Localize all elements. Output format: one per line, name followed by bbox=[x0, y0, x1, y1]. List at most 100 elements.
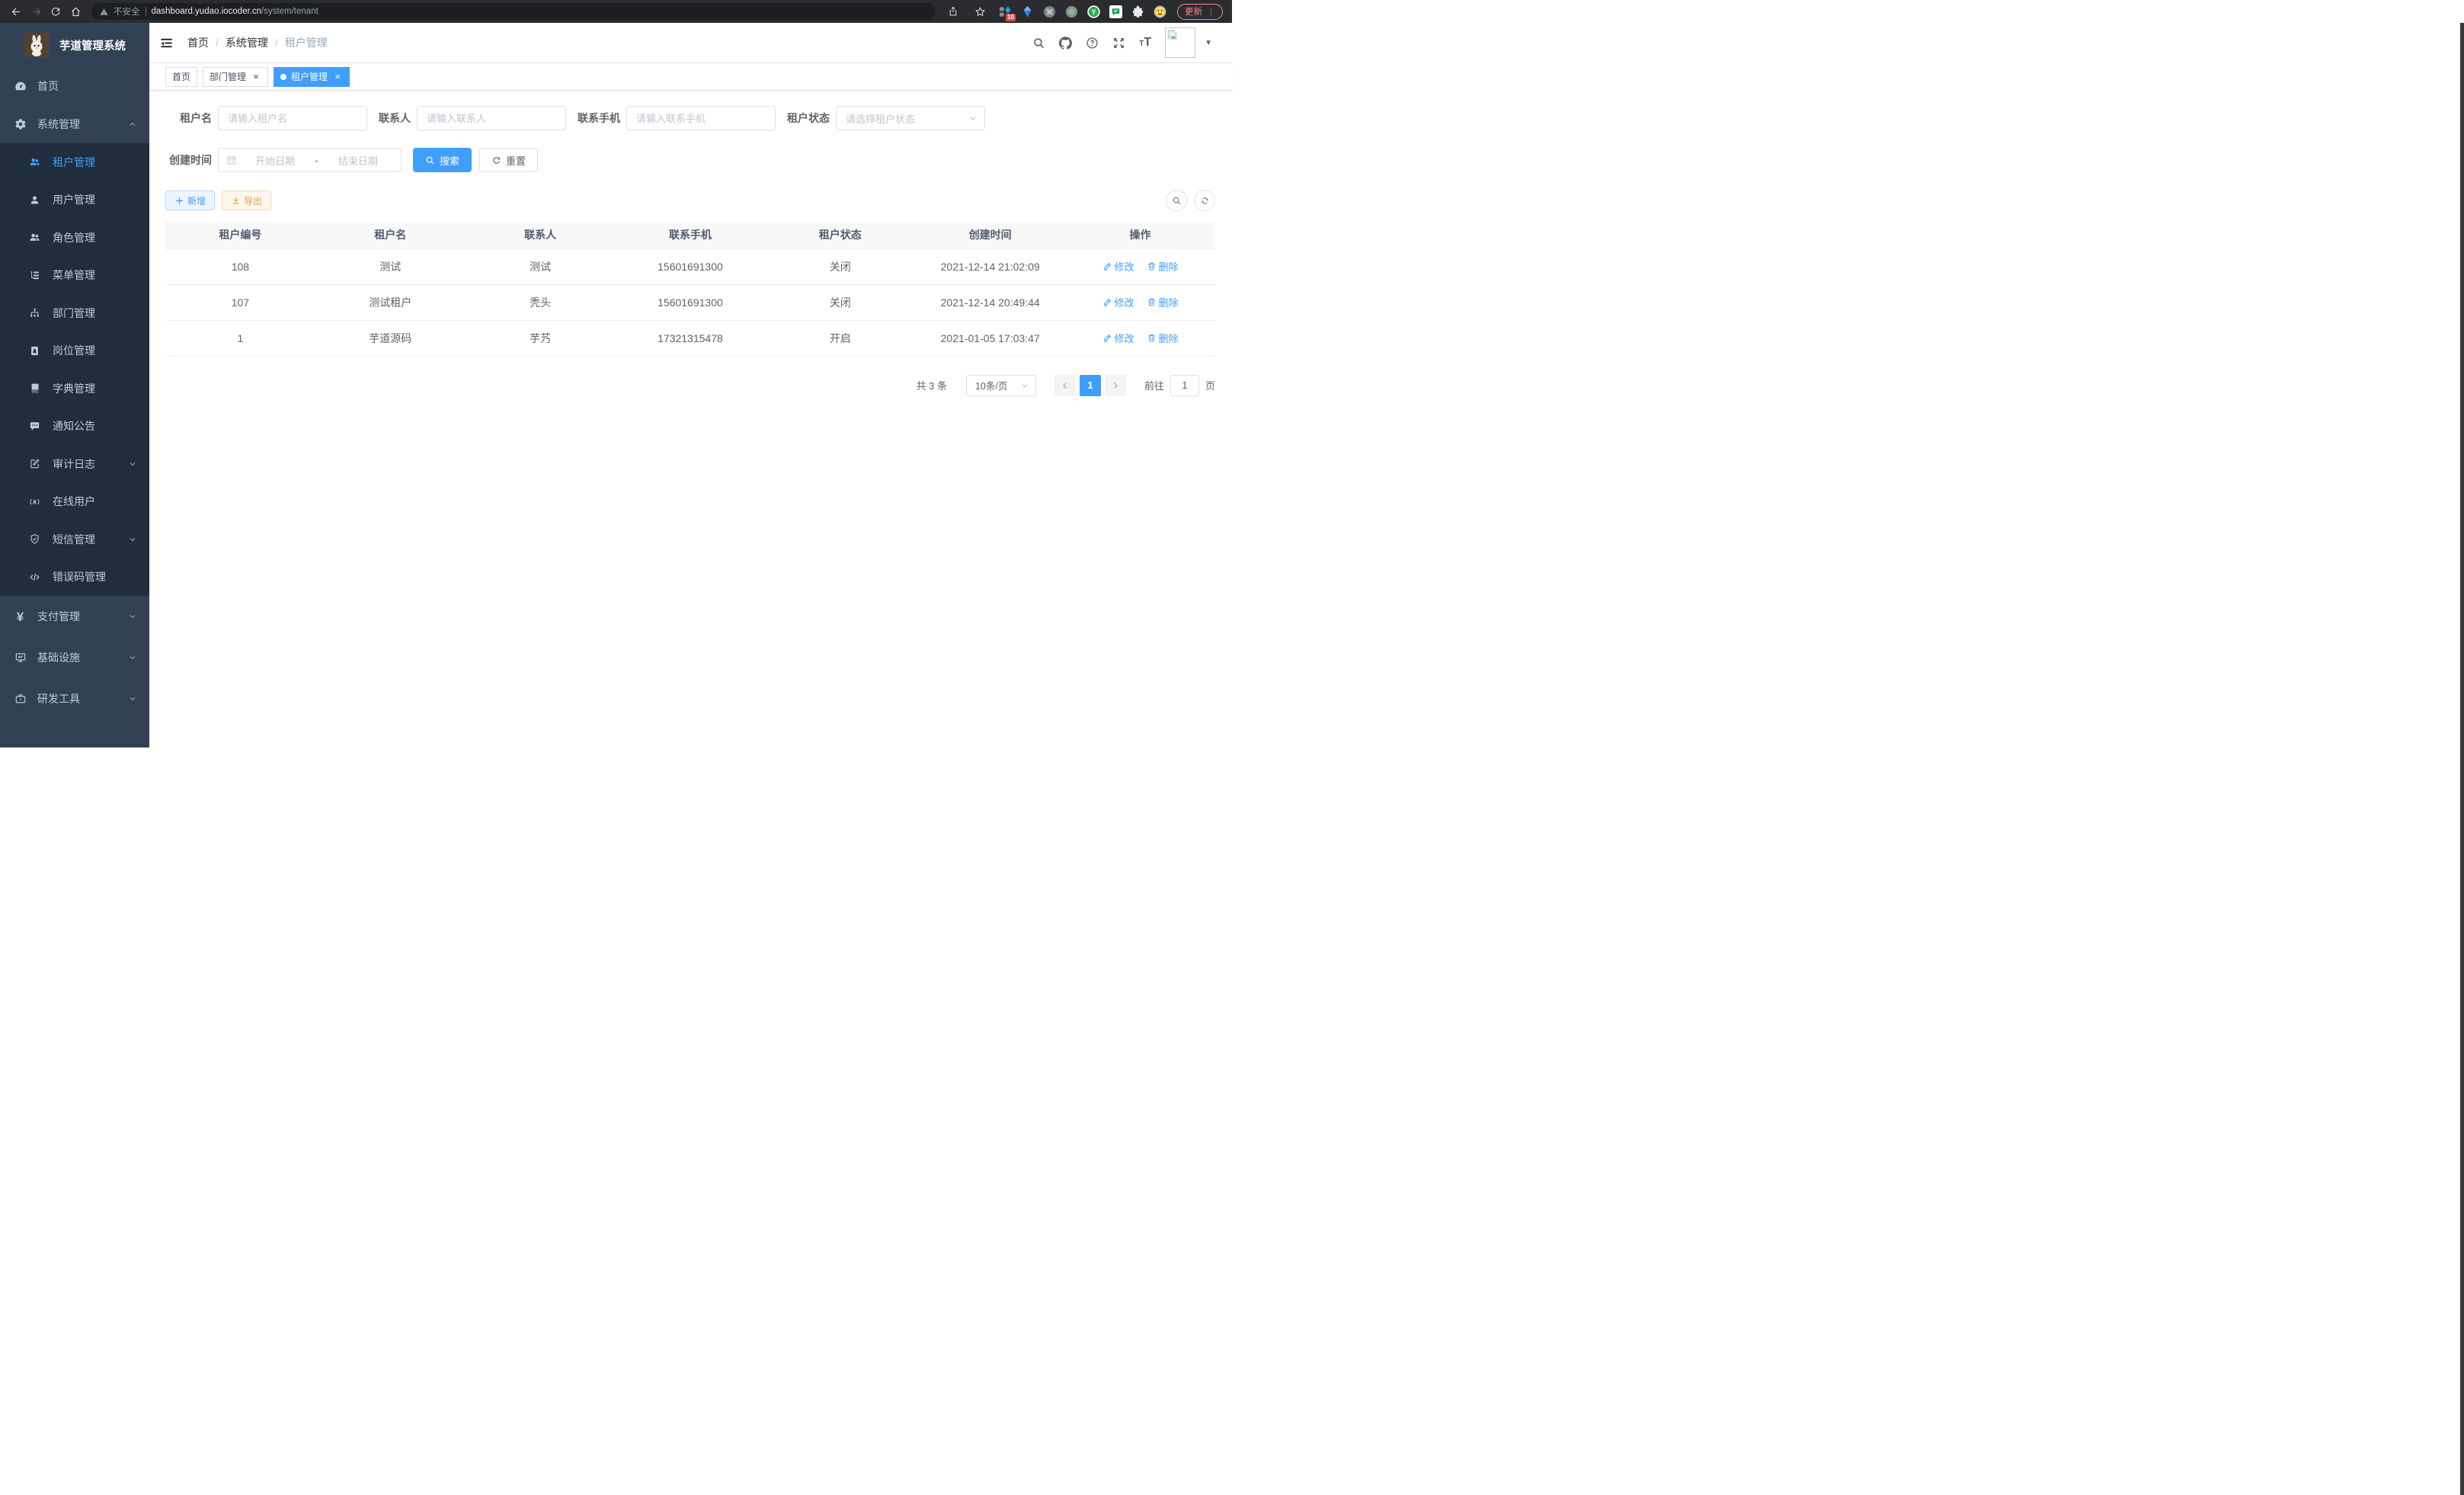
avatar[interactable] bbox=[1165, 27, 1195, 58]
tab-close-icon[interactable]: × bbox=[332, 72, 343, 82]
mobile-input[interactable] bbox=[626, 106, 776, 130]
date-range-input[interactable]: 开始日期 - 结束日期 bbox=[218, 148, 402, 172]
sidebar-item-audit-log[interactable]: 审计日志 bbox=[0, 445, 149, 483]
sidebar-item-sms[interactable]: 短信管理 bbox=[0, 520, 149, 559]
page-number-button[interactable]: 1 bbox=[1080, 375, 1101, 396]
github-icon[interactable] bbox=[1059, 37, 1072, 50]
address-bar[interactable]: 不安全 dashboard.yudao.iocoder.cn/system/te… bbox=[91, 3, 936, 20]
edit-link[interactable]: 修改 bbox=[1102, 331, 1134, 345]
contact-input[interactable] bbox=[417, 106, 566, 130]
sidebar-item-system[interactable]: 系统管理 bbox=[0, 105, 149, 143]
status-select[interactable]: 请选择租户状态 bbox=[836, 106, 985, 130]
add-button[interactable]: 新增 bbox=[165, 190, 215, 210]
show-search-toggle-button[interactable] bbox=[1166, 190, 1187, 211]
logo-rabbit-image bbox=[24, 33, 49, 57]
breadcrumb-item[interactable]: 首页 bbox=[187, 35, 209, 50]
chevron-down-icon bbox=[1020, 381, 1029, 390]
app-title: 芋道管理系统 bbox=[59, 37, 126, 53]
delete-link[interactable]: 删除 bbox=[1147, 331, 1179, 345]
add-button-label: 新增 bbox=[187, 194, 206, 207]
cell-租户编号: 1 bbox=[165, 320, 315, 356]
sidebar-item-menu[interactable]: 菜单管理 bbox=[0, 257, 149, 295]
tenant-name-input[interactable] bbox=[218, 106, 367, 130]
ext-puzzle-icon[interactable] bbox=[1131, 5, 1145, 19]
sidebar-item-tenant[interactable]: 租户管理 bbox=[0, 143, 149, 181]
table-body: 108测试测试15601691300关闭2021-12-14 21:02:09修… bbox=[165, 248, 1215, 356]
app-logo[interactable]: 芋道管理系统 bbox=[0, 23, 149, 67]
edit-link[interactable]: 修改 bbox=[1102, 259, 1134, 274]
ext-emoji-icon[interactable] bbox=[1153, 5, 1167, 19]
sidebar-item-home[interactable]: 首页 bbox=[0, 67, 149, 105]
page-size-select[interactable]: 10条/页 bbox=[966, 375, 1036, 396]
filter-row-2: 创建时间 开始日期 - 结束日期 搜索 重置 bbox=[165, 148, 1215, 172]
tab-首页[interactable]: 首页 bbox=[165, 67, 197, 87]
cell-联系手机: 15601691300 bbox=[616, 284, 766, 320]
refresh-table-button[interactable] bbox=[1194, 190, 1215, 211]
next-page-button[interactable] bbox=[1105, 375, 1126, 396]
avatar-dropdown-caret-icon[interactable]: ▼ bbox=[1205, 39, 1212, 47]
cell-创建时间: 2021-12-14 20:49:44 bbox=[915, 284, 1065, 320]
sidebar-toggle-icon[interactable] bbox=[156, 33, 176, 53]
reset-button[interactable]: 重置 bbox=[479, 148, 538, 172]
security-label[interactable]: 不安全 bbox=[114, 5, 140, 18]
ext-record-icon[interactable] bbox=[1064, 5, 1079, 19]
ext-command-icon[interactable]: ⌘ bbox=[1042, 5, 1057, 19]
browser-reload-icon[interactable] bbox=[46, 2, 66, 21]
search-button[interactable]: 搜索 bbox=[413, 148, 472, 172]
edit-link-label: 修改 bbox=[1115, 259, 1134, 274]
security-warning-icon[interactable] bbox=[100, 8, 108, 16]
prev-page-button[interactable] bbox=[1054, 375, 1076, 396]
help-icon[interactable] bbox=[1086, 37, 1099, 50]
sidebar-item-payment[interactable]: ¥支付管理 bbox=[0, 596, 149, 637]
browser-back-icon[interactable] bbox=[6, 2, 26, 21]
sidebar-item-user[interactable]: 用户管理 bbox=[0, 181, 149, 219]
search-icon[interactable] bbox=[1032, 37, 1045, 50]
tab-label: 首页 bbox=[172, 70, 190, 83]
tab-部门管理[interactable]: 部门管理× bbox=[203, 67, 268, 87]
refresh-icon bbox=[491, 155, 501, 165]
bookmark-star-icon[interactable] bbox=[970, 2, 990, 21]
search-icon bbox=[425, 155, 435, 165]
cell-联系人: 测试 bbox=[466, 248, 616, 284]
sidebar-item-label: 系统管理 bbox=[37, 117, 80, 132]
sidebar-item-infrastructure[interactable]: 基础设施 bbox=[0, 637, 149, 678]
share-icon[interactable] bbox=[943, 2, 963, 21]
sidebar-item-post[interactable]: 岗位管理 bbox=[0, 332, 149, 370]
status-select-placeholder: 请选择租户状态 bbox=[846, 111, 915, 126]
cell-actions: 修改删除 bbox=[1065, 248, 1215, 284]
ext-chat-icon[interactable] bbox=[1109, 5, 1123, 19]
sidebar-item-dept[interactable]: 部门管理 bbox=[0, 294, 149, 332]
sidebar-item-role[interactable]: 角色管理 bbox=[0, 219, 149, 257]
browser-update-button[interactable]: 更新 ⋮ bbox=[1177, 4, 1223, 20]
delete-link[interactable]: 删除 bbox=[1147, 259, 1179, 274]
delete-link-label: 删除 bbox=[1159, 295, 1179, 309]
ext-kite-icon[interactable] bbox=[1020, 5, 1035, 19]
cell-租户状态: 关闭 bbox=[765, 248, 915, 284]
delete-link[interactable]: 删除 bbox=[1147, 295, 1179, 309]
sidebar-item-error-code[interactable]: 错误码管理 bbox=[0, 559, 149, 597]
tab-租户管理[interactable]: 租户管理× bbox=[274, 67, 350, 87]
breadcrumb-item[interactable]: 系统管理 bbox=[226, 35, 268, 50]
export-button[interactable]: 导出 bbox=[222, 190, 271, 210]
sidebar-item-online-user[interactable]: 在线用户 bbox=[0, 483, 149, 521]
ext-yudao-icon[interactable]: Y bbox=[1086, 5, 1101, 19]
org-chart-icon bbox=[28, 307, 41, 319]
window-scrollbar[interactable] bbox=[2460, 23, 2464, 1495]
fullscreen-icon[interactable] bbox=[1112, 37, 1125, 50]
sidebar-item-dev-tools[interactable]: 研发工具 bbox=[0, 678, 149, 719]
sidebar-item-notice[interactable]: 通知公告 bbox=[0, 408, 149, 446]
filter-label: 联系人 bbox=[379, 110, 411, 126]
sidebar-item-dict[interactable]: 字典管理 bbox=[0, 370, 149, 408]
navbar: 首页/系统管理/租户管理 TT ▼ bbox=[149, 23, 1232, 63]
browser-forward-icon[interactable] bbox=[26, 2, 46, 21]
browser-menu-dots-icon[interactable]: ⋮ bbox=[1207, 7, 1215, 17]
ext-grid-badge-icon[interactable]: 10 bbox=[998, 5, 1013, 19]
goto-page-input[interactable] bbox=[1170, 375, 1199, 396]
font-size-icon[interactable]: TT bbox=[1139, 36, 1151, 50]
tab-close-icon[interactable]: × bbox=[251, 72, 261, 82]
edit-link[interactable]: 修改 bbox=[1102, 295, 1134, 309]
browser-home-icon[interactable] bbox=[66, 2, 85, 21]
address-url[interactable]: dashboard.yudao.iocoder.cn/system/tenant bbox=[152, 7, 318, 16]
table-header-row: 租户编号租户名联系人联系手机租户状态创建时间操作 bbox=[165, 222, 1215, 248]
column-header: 联系手机 bbox=[616, 222, 766, 248]
